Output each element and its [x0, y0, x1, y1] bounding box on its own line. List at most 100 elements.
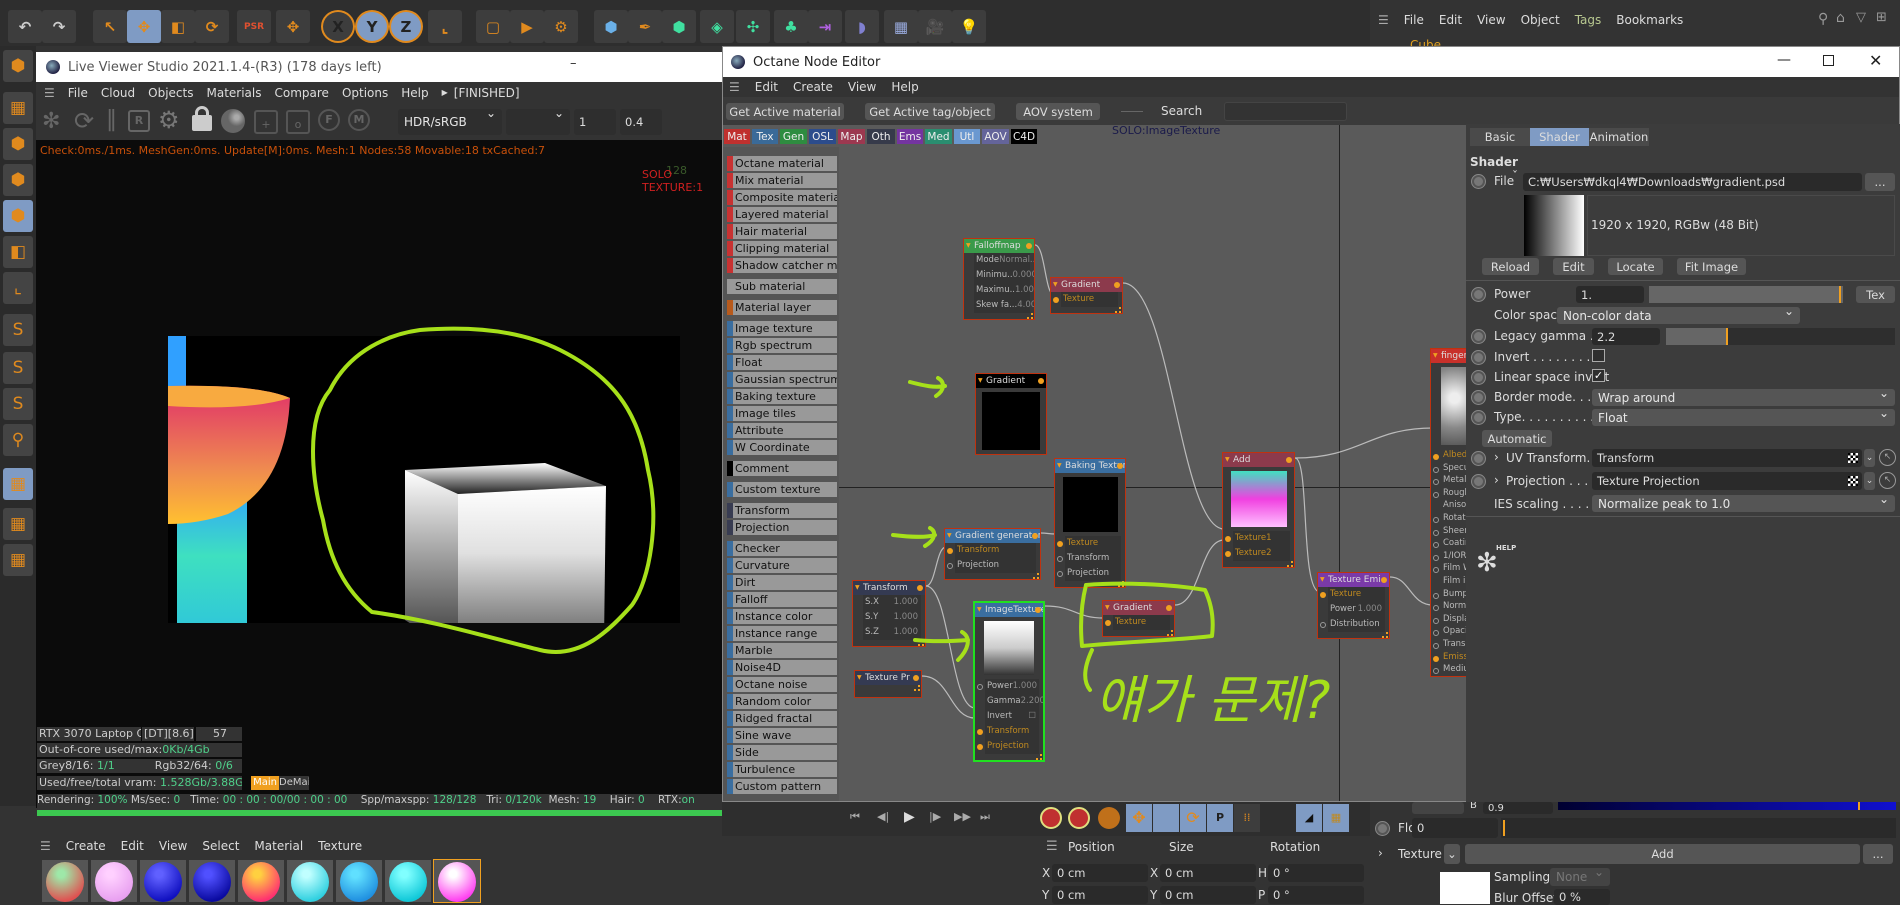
resize-handle-icon[interactable]: [1287, 561, 1293, 567]
node-port-row[interactable]: Transform: [1057, 551, 1121, 566]
node-list-item[interactable]: Noise4D: [727, 660, 837, 675]
search-icon[interactable]: ⚲: [1818, 11, 1828, 27]
node-list-item[interactable]: Curvature: [727, 558, 837, 573]
material-swatch[interactable]: [91, 860, 137, 902]
legacy-gamma-radio[interactable]: [1472, 330, 1485, 343]
search-input[interactable]: [1224, 102, 1347, 121]
unconnected-port[interactable]: [1433, 491, 1439, 498]
material-swatch[interactable]: [385, 860, 431, 902]
minimize-button[interactable]: –: [570, 56, 577, 71]
tex-button[interactable]: Tex: [1856, 286, 1895, 303]
scale-icon[interactable]: ◧: [161, 10, 195, 43]
node-list-item[interactable]: Sub material: [727, 279, 837, 294]
viewer-menu-objects[interactable]: Objects: [148, 86, 193, 100]
left-tool-2-icon[interactable]: ▦: [3, 92, 33, 124]
pause-icon[interactable]: ‖: [106, 107, 117, 132]
maximize-button[interactable]: [1823, 55, 1834, 66]
category-tab-aov[interactable]: AOV: [982, 129, 1009, 144]
unconnected-port[interactable]: [1057, 571, 1063, 577]
aov-system-button[interactable]: AOV system: [1016, 103, 1100, 120]
left-tool-7-icon[interactable]: ⌞: [3, 272, 33, 304]
texture-expand-icon[interactable]: ›: [1378, 846, 1383, 860]
home-icon[interactable]: ⌂: [1836, 10, 1845, 26]
node-port-row[interactable]: Texture: [1105, 615, 1170, 630]
pick-icon[interactable]: ↖: [1879, 472, 1896, 489]
node-list-item[interactable]: Material layer: [727, 300, 837, 315]
redo-icon[interactable]: ↷: [42, 10, 76, 43]
blur-offset-field[interactable]: 0 %: [1554, 889, 1610, 905]
b-slider[interactable]: [1558, 802, 1896, 810]
menu-icon[interactable]: ☰: [1046, 839, 1058, 854]
z-axis-icon[interactable]: Z: [389, 10, 423, 43]
undo-icon[interactable]: ↶: [8, 10, 42, 43]
node-output-port[interactable]: [1038, 378, 1044, 384]
menu-icon[interactable]: ☰: [40, 839, 51, 853]
material-swatch[interactable]: [433, 859, 481, 903]
node-output-port[interactable]: [1035, 607, 1041, 613]
color-space-select[interactable]: Non-color data: [1557, 304, 1800, 324]
unconnected-port[interactable]: [1433, 592, 1439, 599]
viewer-menu-options[interactable]: Options: [342, 86, 388, 100]
lut-select[interactable]: [506, 106, 570, 135]
node-list-item[interactable]: Sine wave: [727, 728, 837, 743]
resize-handle-icon[interactable]: [1118, 581, 1124, 587]
node-list-item[interactable]: Turbulence: [727, 762, 837, 777]
file-radio[interactable]: [1472, 175, 1485, 188]
node-image-texture[interactable]: ImageTexturePower1.000Gamma2.200Invert☐T…: [973, 601, 1045, 762]
live-viewer-titlebar[interactable]: Live Viewer Studio 2021.1.4-(R3) (178 da…: [36, 52, 722, 82]
node-port-row[interactable]: Texture: [1053, 292, 1118, 307]
checker-icon[interactable]: [1848, 453, 1858, 463]
render-picture-icon[interactable]: ▶: [510, 10, 544, 43]
film-icon[interactable]: ▦: [1323, 804, 1349, 832]
projection-radio[interactable]: [1472, 475, 1485, 488]
input-port[interactable]: [1433, 454, 1439, 460]
next-key-icon[interactable]: ▶▶: [954, 810, 971, 823]
key-param-icon[interactable]: P: [1207, 804, 1233, 832]
power-radio[interactable]: [1472, 288, 1485, 301]
ne-menu-edit[interactable]: Edit: [755, 80, 778, 94]
node-list-item[interactable]: Hair material: [727, 224, 837, 239]
uv-transform-radio[interactable]: [1472, 452, 1485, 465]
node-list-item[interactable]: Random color: [727, 694, 837, 709]
node-list-item[interactable]: Instance range: [727, 626, 837, 641]
keyframe-selection-icon[interactable]: [1098, 807, 1120, 829]
projection-link[interactable]: Texture Projection: [1592, 472, 1862, 490]
power-field[interactable]: 1.: [1576, 286, 1644, 303]
unconnected-port[interactable]: [1433, 567, 1439, 574]
material-swatch[interactable]: [42, 860, 88, 902]
viewer-menu-cloud[interactable]: Cloud: [101, 86, 135, 100]
node-list-item[interactable]: Checker: [727, 541, 837, 556]
menu-view[interactable]: View: [1477, 13, 1505, 27]
node-port-row[interactable]: Projection: [1057, 566, 1121, 581]
refresh-icon[interactable]: ⟳: [74, 107, 94, 135]
category-tab-utl[interactable]: Utl: [954, 129, 980, 144]
focus-picker-icon[interactable]: F: [318, 109, 340, 131]
coordinate-system-icon[interactable]: ⌞: [428, 10, 462, 43]
record-icon[interactable]: [1040, 807, 1062, 829]
category-tab-gen[interactable]: Gen: [780, 129, 807, 144]
locate-button[interactable]: Locate: [1608, 258, 1663, 275]
unconnected-port[interactable]: [1433, 630, 1439, 637]
input-port[interactable]: [1105, 620, 1111, 626]
unconnected-port[interactable]: [1433, 479, 1439, 486]
unconnected-port[interactable]: [1433, 554, 1439, 561]
mat-menu-select[interactable]: Select: [202, 839, 239, 853]
material-swatch[interactable]: [287, 860, 333, 902]
mograph-icon[interactable]: ✣: [736, 10, 770, 43]
octane-restart-icon[interactable]: ✻: [42, 109, 60, 134]
menu-bookmarks[interactable]: Bookmarks: [1616, 13, 1683, 27]
node-output-port[interactable]: [913, 675, 919, 681]
node-port-row[interactable]: Texture: [1057, 536, 1121, 551]
node-port-row[interactable]: Transform: [977, 724, 1039, 739]
node-list-item[interactable]: Composite material: [727, 190, 837, 205]
checker-icon[interactable]: [1848, 476, 1858, 486]
resize-handle-icon[interactable]: [918, 640, 924, 646]
filter-icon[interactable]: ▽: [1856, 10, 1866, 25]
node-list-item[interactable]: Octane noise: [727, 677, 837, 692]
node-output-port[interactable]: [1026, 243, 1032, 249]
node-list-item[interactable]: Layered material: [727, 207, 837, 222]
material-picker-icon[interactable]: M: [348, 109, 370, 131]
tab-animation[interactable]: Animation: [1589, 128, 1649, 146]
file-dropdown-icon[interactable]: ˇ: [1512, 169, 1518, 183]
ne-menu-create[interactable]: Create: [793, 80, 833, 94]
